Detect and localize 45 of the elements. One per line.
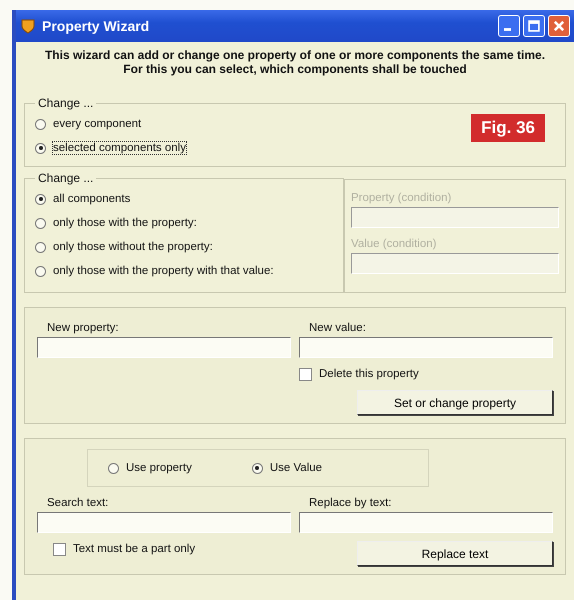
close-button[interactable] [548, 15, 570, 37]
checkbox-label: Delete this property [319, 368, 419, 380]
radio-button[interactable] [35, 266, 46, 276]
option-label: only those with the property: [53, 217, 197, 229]
maximize-icon [527, 19, 541, 33]
radio-button[interactable] [252, 462, 263, 474]
input-field[interactable] [299, 512, 553, 533]
field-label: Replace by text: [309, 497, 392, 509]
option-label: all components [53, 193, 130, 205]
maximize-button[interactable] [523, 15, 545, 37]
group-legend: Change ... [35, 171, 96, 185]
input-field[interactable] [37, 337, 291, 358]
shield-icon [20, 18, 36, 34]
option-label: only those with the property with that value: [53, 265, 274, 277]
close-icon [552, 19, 566, 33]
window-title: Property Wizard [42, 18, 150, 34]
radio-button[interactable] [35, 194, 46, 204]
checkbox-label: Text must be a part only [73, 543, 196, 555]
minimize-icon [504, 28, 511, 31]
radio-button[interactable] [35, 218, 46, 228]
option-label: Use Value [270, 462, 322, 474]
checkbox[interactable] [299, 368, 312, 380]
radio-button[interactable] [35, 142, 46, 154]
field-label: Search text: [47, 497, 108, 509]
figure-label: Fig. 36 [471, 114, 545, 142]
option-label: only those without the property: [53, 241, 213, 253]
radio-button[interactable] [35, 242, 46, 252]
radio-button[interactable] [108, 462, 119, 474]
field-label: Property (condition) [351, 192, 452, 204]
option-label: Use property [126, 462, 192, 474]
minimize-button[interactable] [498, 15, 520, 37]
radio-button[interactable] [35, 118, 46, 130]
input-field[interactable] [299, 337, 553, 358]
replace-text-button[interactable]: Replace text [357, 541, 553, 566]
input-field[interactable] [37, 512, 291, 533]
field-label: New property: [47, 322, 119, 334]
field-label: New value: [309, 322, 366, 334]
group-legend: Change ... [35, 96, 96, 110]
checkbox[interactable] [53, 542, 66, 556]
intro-text: For this you can select, which components shall be touched [123, 62, 467, 76]
set-property-button[interactable]: Set or change property [357, 390, 553, 415]
option-label: selected components only [53, 142, 186, 154]
intro-text: This wizard can add or change one property of one or more components the same time. [44, 48, 546, 62]
field-label: Value (condition) [351, 238, 436, 250]
option-label: every component [53, 118, 142, 130]
